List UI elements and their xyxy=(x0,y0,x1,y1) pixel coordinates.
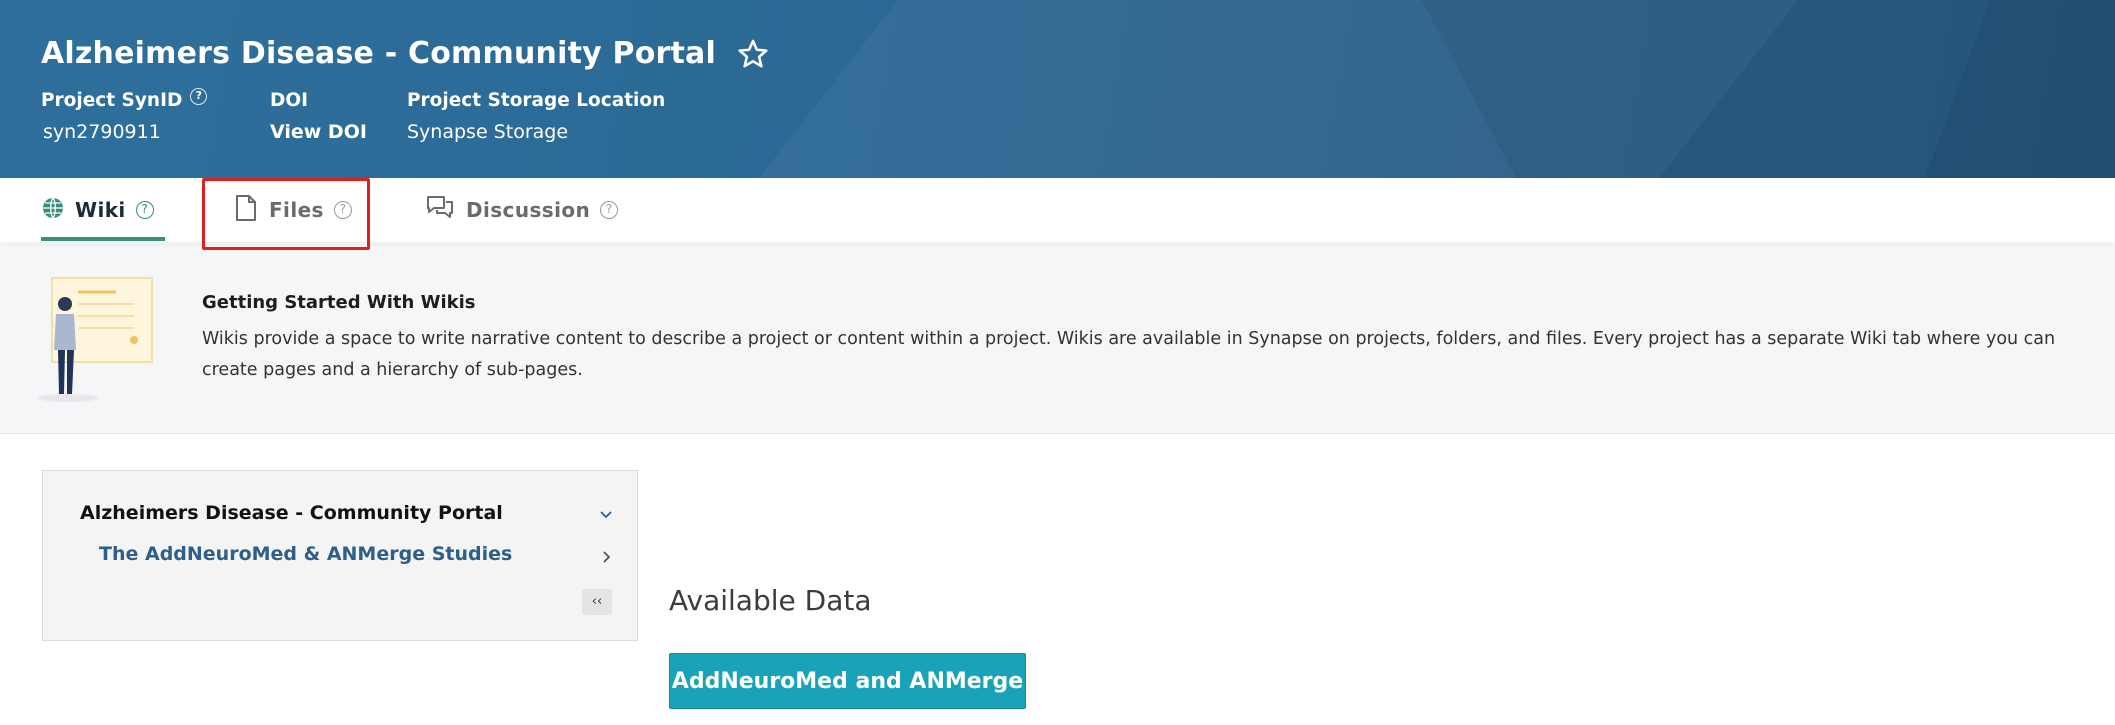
storage-value: Synapse Storage xyxy=(407,121,569,143)
wiki-nav-root-item[interactable]: Alzheimers Disease - Community Portal xyxy=(80,502,503,524)
tab-files[interactable]: Files ? xyxy=(235,178,352,242)
doi-label: DOI xyxy=(270,90,308,111)
synid-value: syn2790911 xyxy=(43,121,161,143)
help-icon[interactable]: ? xyxy=(600,201,619,219)
doi-block: DOI View DOI xyxy=(270,90,367,143)
storage-block: Project Storage Location Synapse Storage xyxy=(407,90,665,143)
person-with-document-icon xyxy=(38,274,158,404)
chevron-down-icon[interactable] xyxy=(599,507,613,521)
wiki-info-banner: Getting Started With Wikis Wikis provide… xyxy=(0,244,2115,434)
tab-wiki-label: Wiki xyxy=(75,198,126,222)
help-icon[interactable]: ? xyxy=(333,201,352,219)
collapse-nav-button[interactable]: ‹‹ xyxy=(582,589,612,615)
storage-label: Project Storage Location xyxy=(407,90,666,111)
wiki-page-tree: Alzheimers Disease - Community Portal Th… xyxy=(42,470,638,641)
title-row: Alzheimers Disease - Community Portal xyxy=(41,36,770,71)
active-tab-indicator xyxy=(41,237,165,241)
project-header: Alzheimers Disease - Community Portal Pr… xyxy=(0,0,2115,178)
favorite-star-icon[interactable] xyxy=(736,37,770,71)
project-title: Alzheimers Disease - Community Portal xyxy=(41,36,716,71)
tab-discussion[interactable]: Discussion ? xyxy=(426,178,619,242)
info-title: Getting Started With Wikis xyxy=(202,292,476,313)
info-description: Wikis provide a space to write narrative… xyxy=(202,329,2056,380)
help-icon[interactable]: ? xyxy=(190,88,208,105)
view-doi-link[interactable]: View DOI xyxy=(270,121,367,143)
synid-block: Project SynID ? syn2790911 xyxy=(41,88,208,143)
wiki-nav-child-item[interactable]: The AddNeuroMed & ANMerge Studies xyxy=(99,543,512,565)
file-icon xyxy=(235,195,257,225)
synid-label: Project SynID xyxy=(41,90,183,111)
globe-icon xyxy=(41,196,65,224)
chevron-right-icon[interactable] xyxy=(601,549,613,563)
section-title: Available Data xyxy=(669,584,872,617)
chat-bubbles-icon xyxy=(426,195,454,225)
addneuromed-anmerge-button[interactable]: AddNeuroMed and ANMerge xyxy=(669,653,1026,709)
tab-files-label: Files xyxy=(269,198,324,222)
project-tabs: Wiki ? Files ? Discussion ? xyxy=(0,178,2115,242)
help-icon[interactable]: ? xyxy=(135,201,154,219)
tab-discussion-label: Discussion xyxy=(466,198,591,222)
tab-wiki[interactable]: Wiki ? xyxy=(41,178,165,242)
